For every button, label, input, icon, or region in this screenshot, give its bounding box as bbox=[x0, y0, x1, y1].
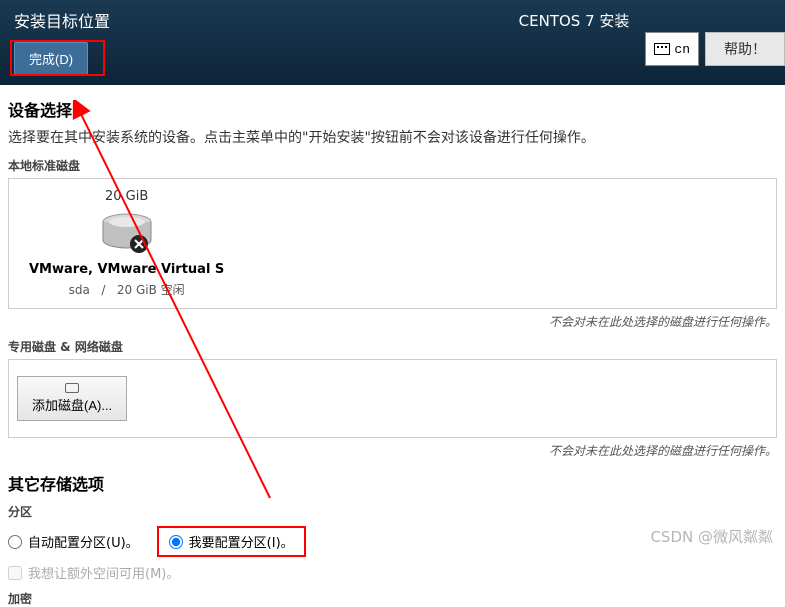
extra-space-input bbox=[8, 566, 22, 580]
content-area: 设备选择 选择要在其中安装系统的设备。点击主菜单中的"开始安装"按钮前不会对该设… bbox=[0, 97, 785, 607]
add-disk-button[interactable]: 添加磁盘(A)... bbox=[17, 376, 127, 421]
storage-section-title: 其它存储选项 bbox=[8, 471, 777, 495]
add-disk-label: 添加磁盘(A)... bbox=[32, 395, 112, 414]
lang-code: cn bbox=[674, 42, 690, 57]
sd-card-icon bbox=[65, 383, 79, 393]
auto-partition-radio[interactable]: 自动配置分区(U)。 bbox=[8, 532, 139, 551]
disk-item[interactable]: 20 GiB VMware, VMware Virtual S sda / 20… bbox=[29, 189, 224, 298]
done-button[interactable]: 完成(D) bbox=[14, 42, 88, 75]
local-disk-panel: 20 GiB VMware, VMware Virtual S sda / 20… bbox=[8, 178, 777, 309]
distro-label: CENTOS 7 安装 bbox=[519, 8, 630, 31]
disk-meta: sda / 20 GiB 空闲 bbox=[29, 281, 224, 298]
hard-disk-icon bbox=[97, 208, 157, 256]
manual-partition-radio[interactable]: 我要配置分区(I)。 bbox=[157, 526, 306, 557]
partition-options: 自动配置分区(U)。 我要配置分区(I)。 bbox=[8, 526, 777, 557]
disk-note-2: 不会对未在此处选择的磁盘进行任何操作。 bbox=[8, 442, 777, 459]
keyboard-icon bbox=[654, 43, 670, 55]
partition-label: 分区 bbox=[8, 503, 777, 520]
encrypt-label: 加密 bbox=[8, 590, 777, 607]
local-disk-title: 本地标准磁盘 bbox=[8, 157, 777, 174]
header-bar: 安装目标位置 完成(D) CENTOS 7 安装 cn 帮助！ bbox=[0, 0, 785, 85]
disk-name: VMware, VMware Virtual S bbox=[29, 262, 224, 277]
help-button[interactable]: 帮助！ bbox=[705, 32, 785, 66]
device-section-title: 设备选择 bbox=[8, 97, 777, 121]
device-section-desc: 选择要在其中安装系统的设备。点击主菜单中的"开始安装"按钮前不会对该设备进行任何… bbox=[8, 127, 777, 147]
auto-partition-input[interactable] bbox=[8, 535, 22, 549]
disk-size: 20 GiB bbox=[29, 189, 224, 204]
extra-space-checkbox: 我想让额外空间可用(M)。 bbox=[8, 563, 777, 582]
keyboard-layout-indicator[interactable]: cn bbox=[645, 32, 699, 66]
disk-note-1: 不会对未在此处选择的磁盘进行任何操作。 bbox=[8, 313, 777, 330]
manual-partition-input[interactable] bbox=[169, 535, 183, 549]
special-disk-title: 专用磁盘 & 网络磁盘 bbox=[8, 338, 777, 355]
